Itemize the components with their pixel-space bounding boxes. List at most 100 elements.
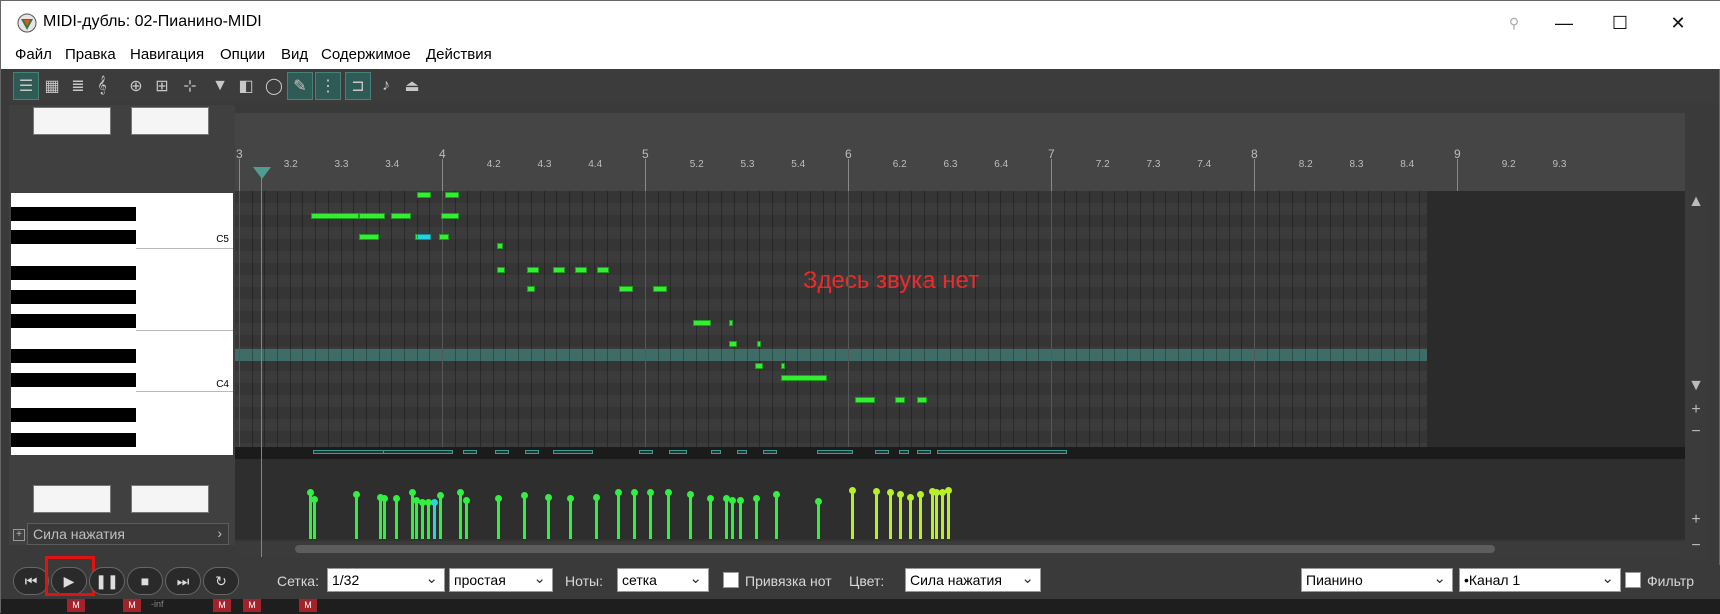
velocity-bar[interactable] — [379, 498, 382, 539]
velocity-handle[interactable] — [887, 489, 894, 496]
insert-cc-button[interactable]: ⊕ — [123, 72, 149, 100]
piano-roll-area[interactable]: 3 3.2 3.3 3.4 4 4.2 4.3 4.4 5 5.2 5.3 5.4 6 6.2 6.3 6.4… — [235, 113, 1685, 557]
black-key[interactable] — [11, 230, 136, 244]
mute-button[interactable]: M — [123, 599, 141, 612]
velocity-bar[interactable] — [667, 493, 670, 539]
velocity-bar[interactable] — [595, 498, 598, 539]
velocity-handle[interactable] — [393, 495, 400, 502]
velocity-bar[interactable] — [755, 499, 758, 539]
velocity-handle[interactable] — [945, 487, 952, 494]
velocity-bar[interactable] — [709, 499, 712, 539]
stop-button[interactable]: ■ — [127, 567, 163, 595]
event-list-button[interactable]: ≣ — [65, 72, 91, 100]
midi-note[interactable] — [359, 213, 385, 219]
midi-note[interactable] — [757, 341, 761, 347]
velocity-bar[interactable] — [415, 501, 418, 539]
channel-select[interactable]: •Канал 1 — [1459, 568, 1621, 592]
play-cursor-marker[interactable] — [253, 167, 271, 179]
velocity-bar[interactable] — [935, 493, 938, 539]
velocity-handle[interactable] — [737, 497, 744, 504]
mute-button[interactable]: M — [67, 599, 85, 612]
close-button[interactable]: ✕ — [1645, 1, 1711, 45]
pause-button[interactable]: ❚❚ — [89, 567, 125, 595]
lane-edit-button[interactable]: ⊞ — [149, 72, 175, 100]
midi-note[interactable] — [497, 243, 503, 249]
velocity-bar[interactable] — [523, 496, 526, 539]
velocity-bar[interactable] — [941, 493, 944, 539]
step-input-button[interactable]: ♪ — [373, 72, 399, 100]
record-settings-button[interactable]: ⏏ — [399, 72, 425, 100]
filter-checkbox[interactable] — [1625, 572, 1641, 588]
black-key[interactable] — [11, 433, 136, 447]
velocity-handle[interactable] — [687, 491, 694, 498]
velocity-handle[interactable] — [307, 489, 314, 496]
cc-zoom-in-icon[interactable]: + — [1687, 511, 1705, 529]
velocity-handle[interactable] — [593, 494, 600, 501]
lane-size-box-top-right[interactable] — [131, 107, 209, 135]
velocity-handle[interactable] — [873, 488, 880, 495]
midi-note[interactable] — [359, 234, 379, 240]
velocity-bar[interactable] — [931, 492, 934, 539]
velocity-handle[interactable] — [907, 494, 914, 501]
velocity-handle[interactable] — [409, 489, 416, 496]
grid-dots-button[interactable]: ⋮ — [315, 72, 341, 100]
midi-note[interactable] — [693, 320, 711, 326]
midi-note[interactable] — [445, 192, 459, 198]
midi-note[interactable] — [553, 267, 565, 273]
velocity-bar[interactable] — [427, 503, 430, 539]
panel-toggle-button[interactable]: ◧ — [233, 72, 259, 100]
velocity-bar[interactable] — [889, 493, 892, 539]
midi-note[interactable] — [597, 267, 609, 273]
velocity-lane[interactable] — [235, 459, 1685, 539]
velocity-bar[interactable] — [731, 501, 734, 539]
note-grid[interactable]: Здесь звука нет — [235, 191, 1685, 447]
midi-note[interactable] — [729, 320, 733, 326]
velocity-handle[interactable] — [729, 497, 736, 504]
midi-note[interactable] — [755, 363, 763, 369]
lane-size-box-bottom-left[interactable] — [33, 485, 111, 513]
velocity-handle[interactable] — [567, 495, 574, 502]
midi-note[interactable] — [729, 341, 737, 347]
velocity-handle[interactable] — [647, 489, 654, 496]
velocity-bar[interactable] — [899, 495, 902, 539]
menu-item[interactable]: Файл — [15, 46, 52, 63]
midi-note[interactable] — [527, 286, 535, 292]
lane-size-box-top-left[interactable] — [33, 107, 111, 135]
zoom-out-icon[interactable]: − — [1687, 423, 1705, 441]
loop-button[interactable]: ↻ — [203, 567, 239, 595]
velocity-bar[interactable] — [649, 493, 652, 539]
velocity-handle[interactable] — [849, 487, 856, 494]
black-key[interactable] — [11, 314, 136, 328]
velocity-bar[interactable] — [433, 503, 436, 539]
midi-note[interactable] — [575, 267, 587, 273]
velocity-handle[interactable] — [437, 492, 444, 499]
instrument-select[interactable]: Пианино — [1301, 568, 1453, 592]
velocity-bar[interactable] — [617, 493, 620, 539]
menu-item[interactable]: Опции — [220, 46, 265, 63]
velocity-bar[interactable] — [633, 493, 636, 539]
zoom-in-icon[interactable]: + — [1687, 401, 1705, 419]
velocity-bar[interactable] — [355, 495, 358, 539]
velocity-bar[interactable] — [459, 493, 462, 539]
color-select[interactable]: Сила нажатия — [905, 568, 1041, 592]
velocity-handle[interactable] — [615, 489, 622, 496]
draw-button[interactable]: ✎ — [287, 72, 313, 100]
menu-item[interactable]: Правка — [65, 46, 116, 63]
velocity-bar[interactable] — [909, 498, 912, 539]
velocity-handle[interactable] — [631, 489, 638, 496]
black-key[interactable] — [11, 266, 136, 280]
velocity-bar[interactable] — [875, 492, 878, 539]
velocity-bar[interactable] — [439, 496, 442, 539]
midi-note[interactable] — [855, 397, 875, 403]
midi-note[interactable] — [653, 286, 667, 292]
black-key[interactable] — [11, 408, 136, 422]
velocity-bar[interactable] — [851, 491, 854, 539]
velocity-handle[interactable] — [665, 489, 672, 496]
velocity-handle[interactable] — [457, 489, 464, 496]
velocity-handle[interactable] — [521, 492, 528, 499]
midi-note[interactable] — [497, 267, 505, 273]
velocity-handle[interactable] — [815, 498, 822, 505]
scroll-down-icon[interactable]: ▼ — [1687, 377, 1705, 395]
lasso-button[interactable]: ◯ — [261, 72, 287, 100]
velocity-handle[interactable] — [463, 497, 470, 504]
